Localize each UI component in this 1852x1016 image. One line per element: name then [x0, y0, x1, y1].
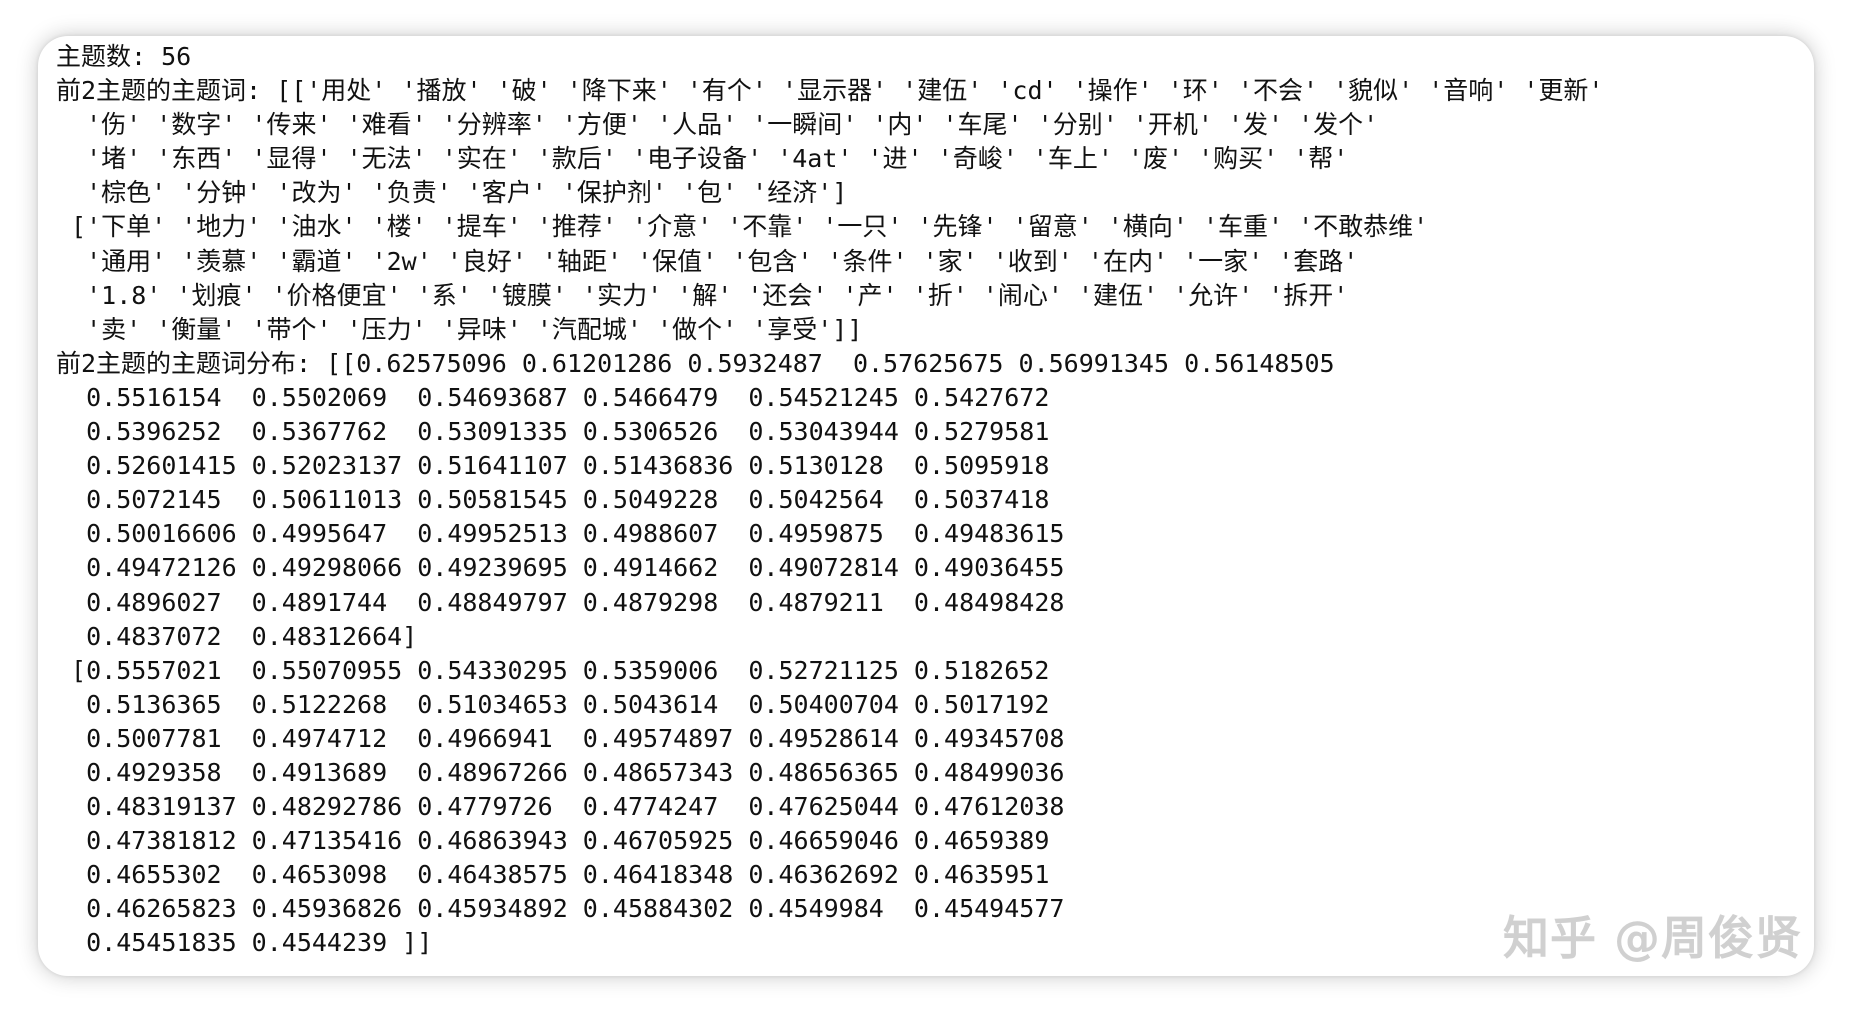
output-line: 0.48319137 0.48292786 0.4779726 0.477424…	[56, 792, 1065, 822]
output-line: '1.8' '划痕' '价格便宜' '系' '镀膜' '实力' '解' '还会'…	[56, 280, 1349, 310]
output-line: 0.49472126 0.49298066 0.49239695 0.49146…	[56, 553, 1065, 583]
watermark: 知乎 @周俊贤	[1503, 902, 1802, 968]
output-line: 0.5072145 0.50611013 0.50581545 0.504922…	[56, 485, 1050, 515]
output-line: 0.5516154 0.5502069 0.54693687 0.5466479…	[56, 382, 1050, 412]
output-line: 0.4837072 0.48312664]	[56, 621, 418, 651]
output-line: '通用' '羡慕' '霸道' '2w' '良好' '轴距' '保值' '包含' …	[56, 246, 1359, 276]
output-line: 0.50016606 0.4995647 0.49952513 0.498860…	[56, 519, 1065, 549]
output-line-topic-words: 前2主题的主题词: [['用处' '播放' '破' '降下来' '有个' '显示…	[56, 76, 1604, 106]
output-line-topic-count: 主题数: 56	[56, 42, 192, 71]
output-line: '堵' '东西' '显得' '无法' '实在' '款后' '电子设备' '4at…	[56, 144, 1349, 174]
output-line: 0.47381812 0.47135416 0.46863943 0.46705…	[56, 826, 1050, 856]
output-line: 0.5396252 0.5367762 0.53091335 0.5306526…	[56, 417, 1050, 447]
output-line: ['下单' '地力' '油水' '楼' '提车' '推荐' '介意' '不靠' …	[56, 212, 1429, 242]
output-line: '棕色' '分钟' '改为' '负责' '客户' '保护剂' '包' '经济']	[56, 178, 848, 208]
console-output: 主题数: 56 前2主题的主题词: [['用处' '播放' '破' '降下来' '…	[56, 40, 1804, 961]
output-line: 0.5007781 0.4974712 0.4966941 0.49574897…	[56, 723, 1065, 753]
output-line: 0.4929358 0.4913689 0.48967266 0.4865734…	[56, 757, 1065, 787]
output-line: '卖' '衡量' '带个' '压力' '异味' '汽配城' '做个' '享受']…	[56, 314, 863, 344]
output-line-word-distribution: 前2主题的主题词分布: [[0.62575096 0.61201286 0.59…	[56, 348, 1335, 378]
output-panel: 主题数: 56 前2主题的主题词: [['用处' '播放' '破' '降下来' '…	[38, 36, 1814, 976]
output-line: 0.4655302 0.4653098 0.46438575 0.4641834…	[56, 860, 1050, 890]
output-line: 0.5136365 0.5122268 0.51034653 0.5043614…	[56, 689, 1050, 719]
output-line: 0.52601415 0.52023137 0.51641107 0.51436…	[56, 451, 1050, 481]
output-line: 0.4896027 0.4891744 0.48849797 0.4879298…	[56, 587, 1065, 617]
output-line: '伤' '数字' '传来' '难看' '分辨率' '方便' '人品' '一瞬间'…	[56, 110, 1379, 140]
output-line: [0.5557021 0.55070955 0.54330295 0.53590…	[56, 655, 1050, 685]
watermark-text: 知乎 @周俊贤	[1502, 911, 1802, 965]
